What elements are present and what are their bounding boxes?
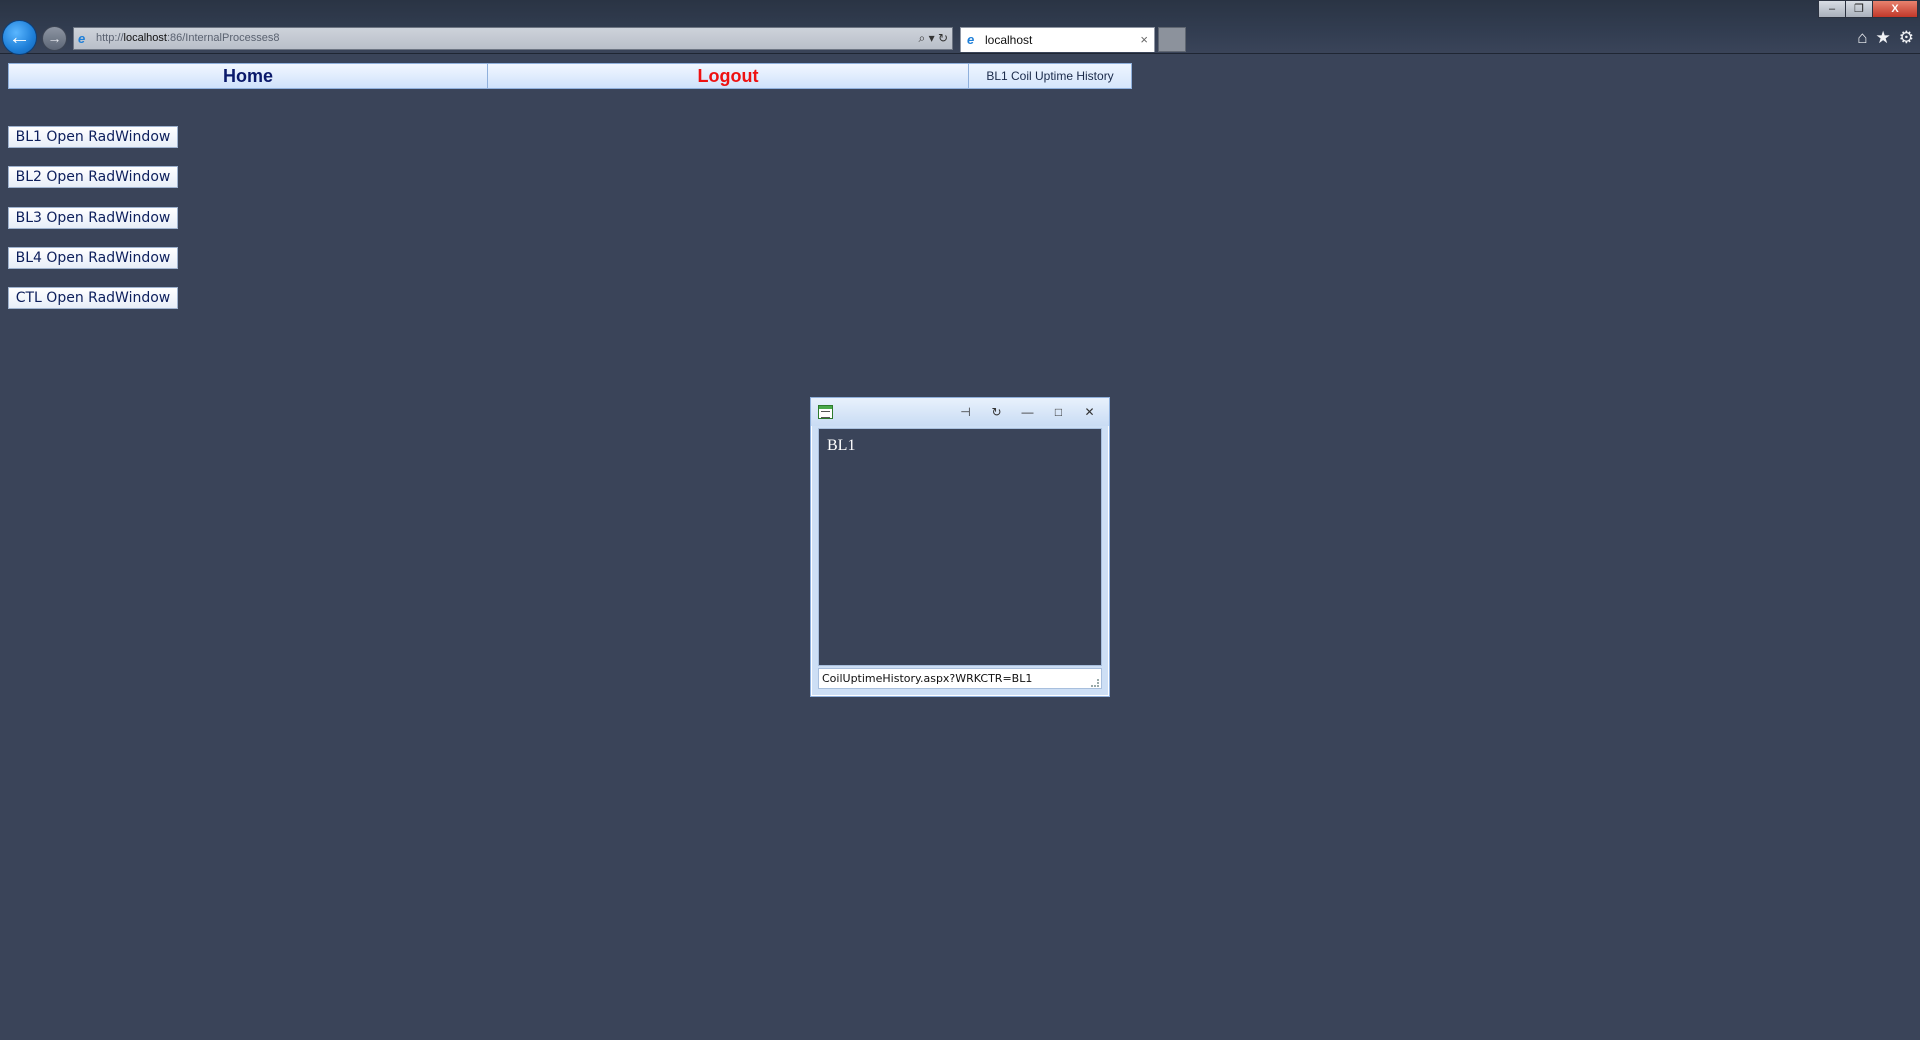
menu-logout-link[interactable]: Logout	[487, 63, 969, 89]
bl1-open-radwindow-button[interactable]: BL1 Open RadWindow	[8, 126, 178, 148]
minimize-icon[interactable]: —	[1014, 403, 1041, 421]
tab-favicon-icon: e	[967, 32, 975, 47]
radwindow-content: BL1	[818, 428, 1102, 666]
new-tab-button[interactable]	[1158, 27, 1186, 52]
favorites-star-icon[interactable]: ★	[1876, 28, 1891, 48]
radwindow-actions: ⊣ ↻ — □ ✕	[952, 403, 1103, 421]
radwindow-statusbar: CoilUptimeHistory.aspx?WRKCTR=BL1	[818, 668, 1102, 689]
settings-gear-icon[interactable]: ⚙	[1899, 28, 1914, 48]
forward-arrow-icon: →	[47, 30, 62, 46]
maximize-icon[interactable]: □	[1045, 403, 1072, 421]
top-menu-bar: Home Logout BL1 Coil Uptime History	[8, 63, 1132, 89]
resize-grip-icon[interactable]	[1091, 679, 1099, 687]
ctl-open-radwindow-button[interactable]: CTL Open RadWindow	[8, 287, 178, 309]
url-prefix: http://	[96, 32, 124, 44]
url-host: localhost	[123, 32, 167, 44]
radwindow-content-text: BL1	[827, 437, 856, 454]
window-page-icon	[818, 405, 833, 419]
window-restore-button[interactable]: ❐	[1845, 0, 1873, 18]
browser-tools: ⌂ ★ ⚙	[1857, 28, 1914, 48]
radwindow-popup[interactable]: ⊣ ↻ — □ ✕ BL1 CoilUptimeHistory.aspx?WRK…	[810, 397, 1110, 697]
radwindow-status-url: CoilUptimeHistory.aspx?WRKCTR=BL1	[822, 672, 1033, 685]
internet-explorer-icon: e	[78, 31, 86, 46]
browser-tab[interactable]: e localhost ×	[960, 27, 1155, 52]
tab-title: localhost	[985, 33, 1033, 47]
menu-home-link[interactable]: Home	[8, 63, 488, 89]
pin-icon[interactable]: ⊣	[952, 403, 979, 421]
home-icon[interactable]: ⌂	[1857, 28, 1867, 48]
url-path: :86/InternalProcesses8	[166, 32, 280, 44]
back-button[interactable]: ←	[2, 20, 37, 55]
browser-chrome: ← → e http://localhost:86/InternalProces…	[0, 0, 1920, 55]
window-close-button[interactable]: X	[1872, 0, 1918, 18]
menu-bl1-coil-uptime-history[interactable]: BL1 Coil Uptime History	[968, 63, 1132, 89]
bl3-open-radwindow-button[interactable]: BL3 Open RadWindow	[8, 207, 178, 229]
address-bar[interactable]: e http://localhost:86/InternalProcesses8…	[73, 27, 953, 50]
bl2-open-radwindow-button[interactable]: BL2 Open RadWindow	[8, 166, 178, 188]
forward-button[interactable]: →	[42, 26, 67, 51]
window-minimize-button[interactable]: –	[1818, 0, 1846, 18]
back-arrow-icon: ←	[8, 24, 31, 49]
window-controls: – ❐ X	[1818, 0, 1918, 20]
bl4-open-radwindow-button[interactable]: BL4 Open RadWindow	[8, 247, 178, 269]
close-icon[interactable]: ✕	[1076, 403, 1103, 421]
reload-icon[interactable]: ↻	[983, 403, 1010, 421]
radwindow-titlebar[interactable]: ⊣ ↻ — □ ✕	[811, 398, 1109, 426]
address-tools-icons[interactable]: ⌕ ▾ ↻	[919, 28, 948, 49]
tab-close-icon[interactable]: ×	[1140, 28, 1148, 52]
